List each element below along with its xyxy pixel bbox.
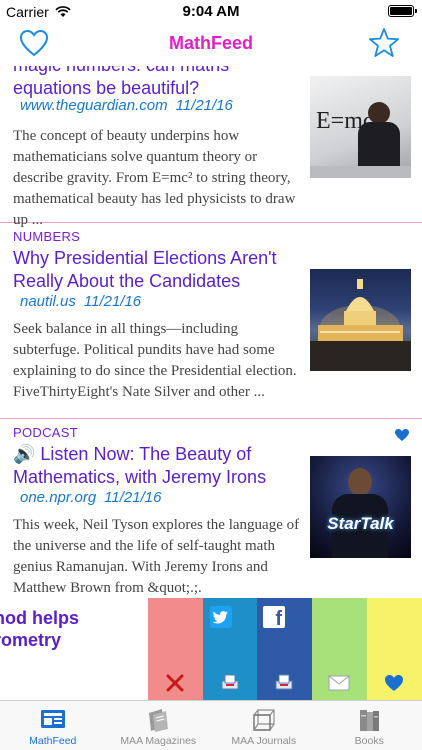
tab-maa-journals[interactable]: MAA Journals xyxy=(211,701,317,750)
article-meta: nautil.us 11/21/16 xyxy=(20,293,141,310)
mail-icon xyxy=(328,675,350,691)
swiped-headline-line: hod helps xyxy=(0,608,79,628)
cube-icon xyxy=(253,709,275,731)
capitol-illustration xyxy=(310,279,411,371)
favorited-heart-icon[interactable] xyxy=(394,428,410,442)
article-source[interactable]: nautil.us xyxy=(20,293,76,310)
swiped-article-preview[interactable]: hod helps rometry xyxy=(0,598,148,700)
tab-label: MathFeed xyxy=(29,735,77,747)
article-item[interactable]: NUMBERS Why Presidential Elections Aren'… xyxy=(0,223,422,419)
status-time: 9:04 AM xyxy=(182,3,240,20)
tray-icon xyxy=(221,674,239,690)
person-head xyxy=(368,102,390,124)
article-item[interactable]: magic numbers: can maths equations be be… xyxy=(0,66,422,228)
facebook-action-button[interactable]: f xyxy=(257,598,312,700)
tab-books[interactable]: Books xyxy=(317,701,422,750)
facebook-icon: f xyxy=(263,606,285,630)
battery-icon xyxy=(388,5,417,17)
navigation-bar: MathFeed xyxy=(0,22,422,66)
favorite-action-button[interactable] xyxy=(367,598,422,700)
article-feed[interactable]: magic numbers: can maths equations be be… xyxy=(0,66,422,598)
tab-maa-magazines[interactable]: MAA Magazines xyxy=(106,701,212,750)
magazine-icon xyxy=(149,709,169,732)
floor xyxy=(310,166,411,178)
page-title: MathFeed xyxy=(168,33,253,53)
article-date: 11/21/16 xyxy=(104,489,162,506)
tray-icon xyxy=(275,674,293,690)
article-thumbnail[interactable]: StarTalk xyxy=(310,456,411,558)
article-headline[interactable]: Why Presidential Elections Aren't Really… xyxy=(13,247,288,293)
thumbnail-caption: StarTalk xyxy=(327,514,394,533)
article-category: NUMBERS xyxy=(13,229,81,244)
star-outline-icon[interactable] xyxy=(368,27,400,59)
article-headline[interactable]: magic numbers: can maths equations be be… xyxy=(13,66,298,100)
swipe-action-row[interactable]: hod helps rometry f xyxy=(0,598,422,700)
tab-bar: MathFeed MAA Magazines MAA Journals Book… xyxy=(0,700,422,750)
twitter-action-button[interactable] xyxy=(203,598,257,700)
tab-mathfeed[interactable]: MathFeed xyxy=(0,701,106,750)
article-meta: www.theguardian.com 11/21/16 xyxy=(20,97,233,114)
tab-label: MAA Journals xyxy=(231,735,297,747)
article-meta: one.npr.org 11/21/16 xyxy=(20,489,161,506)
tab-label: Books xyxy=(354,735,384,747)
article-summary: Seek balance in all things—including sub… xyxy=(13,321,297,400)
person-head xyxy=(348,468,372,496)
article-summary: This week, Neil Tyson explores the langu… xyxy=(13,517,300,596)
newspaper-icon xyxy=(40,710,65,728)
article-thumbnail[interactable]: E=mc² xyxy=(310,76,411,178)
article-category: PODCAST xyxy=(13,425,78,440)
article-source[interactable]: www.theguardian.com xyxy=(20,97,168,114)
article-date: 11/21/16 xyxy=(83,293,142,310)
status-bar: Carrier 9:04 AM xyxy=(0,0,422,22)
article-date: 11/21/16 xyxy=(175,97,233,114)
person-body xyxy=(358,122,400,172)
article-source[interactable]: one.npr.org xyxy=(20,489,96,506)
email-action-button[interactable] xyxy=(312,598,367,700)
article-headline[interactable]: 🔊 Listen Now: The Beauty of Mathematics,… xyxy=(13,443,293,489)
article-summary: The concept of beauty underpins how math… xyxy=(13,128,296,228)
tab-label: MAA Magazines xyxy=(120,735,197,747)
heart-icon xyxy=(385,675,403,691)
article-item[interactable]: PODCAST 🔊 Listen Now: The Beauty of Math… xyxy=(0,419,422,598)
swiped-headline-line: rometry xyxy=(0,630,62,650)
delete-action-button[interactable] xyxy=(148,598,203,700)
close-x-icon xyxy=(166,674,184,692)
twitter-icon xyxy=(210,606,232,628)
article-thumbnail[interactable] xyxy=(310,269,411,371)
article-headline-line: magic numbers: can maths xyxy=(13,66,229,75)
books-icon xyxy=(360,710,380,731)
